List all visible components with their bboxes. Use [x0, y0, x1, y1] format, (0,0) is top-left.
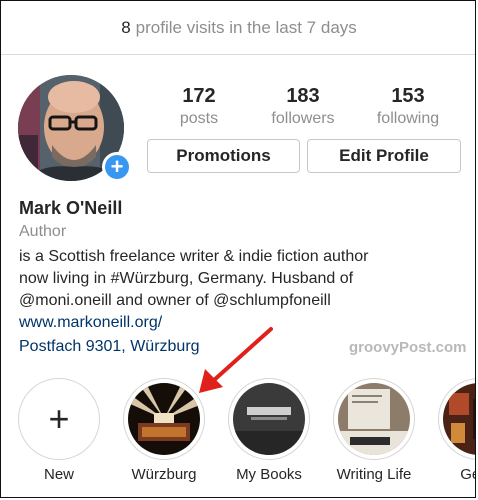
website-link[interactable]: www.markoneill.org/: [19, 314, 162, 332]
visits-count: 8: [121, 17, 131, 37]
profile-bio: is a Scottish freelance writer & indie f…: [19, 246, 469, 312]
profile-category: Author: [19, 223, 67, 240]
profile-screen: 8 profile visits in the last 7 days + 17…: [0, 0, 476, 498]
stat-followers[interactable]: 183 followers: [248, 85, 358, 128]
highlight-label: My Books: [236, 466, 302, 483]
highlight-wurzburg[interactable]: Würzburg: [122, 378, 206, 483]
highlight-cover: [338, 383, 410, 455]
watermark: groovyPost.com: [349, 339, 467, 356]
highlight-label: New: [43, 466, 74, 483]
highlight-label: Würzburg: [131, 466, 197, 483]
edit-profile-button[interactable]: Edit Profile: [307, 139, 461, 173]
highlight-cover: [128, 383, 200, 455]
bio-line: is a Scottish freelance writer & indie f…: [19, 248, 369, 265]
highlight-ring: +: [18, 378, 100, 460]
following-label: following: [376, 110, 440, 127]
followers-label: followers: [271, 110, 335, 127]
highlight-ring: [438, 378, 475, 460]
profile-visits-banner[interactable]: 8 profile visits in the last 7 days: [1, 1, 475, 55]
highlight-writing-life[interactable]: Writing Life: [332, 378, 416, 483]
following-count: 153: [391, 85, 425, 107]
address-link[interactable]: Postfach 9301, Würzburg: [19, 338, 200, 356]
posts-label: posts: [179, 110, 219, 127]
add-story-badge[interactable]: +: [102, 152, 132, 182]
bio-line: now living in #Würzburg, Germany. Husban…: [19, 270, 354, 287]
highlight-my-books[interactable]: My Books: [227, 378, 311, 483]
highlight-label: Germ: [460, 466, 475, 483]
highlight-germany[interactable]: Germ: [437, 378, 475, 483]
stat-following[interactable]: 153 following: [353, 85, 463, 128]
highlight-label: Writing Life: [336, 466, 412, 483]
highlight-ring: [333, 378, 415, 460]
highlight-cover: [233, 383, 305, 455]
promotions-button[interactable]: Promotions: [147, 139, 300, 173]
highlight-ring: [123, 378, 205, 460]
highlight-cover: [443, 383, 475, 455]
bio-line: @moni.oneill and owner of @schlumpfoneil…: [19, 292, 331, 309]
plus-icon: +: [48, 398, 70, 439]
highlight-ring: [228, 378, 310, 460]
plus-icon: +: [105, 155, 129, 179]
visits-text: profile visits in the last 7 days: [135, 17, 357, 37]
posts-count: 172: [182, 85, 216, 107]
followers-count: 183: [286, 85, 320, 107]
highlight-new[interactable]: + New: [17, 378, 101, 483]
profile-name: Mark O'Neill: [19, 198, 123, 218]
stat-posts[interactable]: 172 posts: [144, 85, 254, 128]
